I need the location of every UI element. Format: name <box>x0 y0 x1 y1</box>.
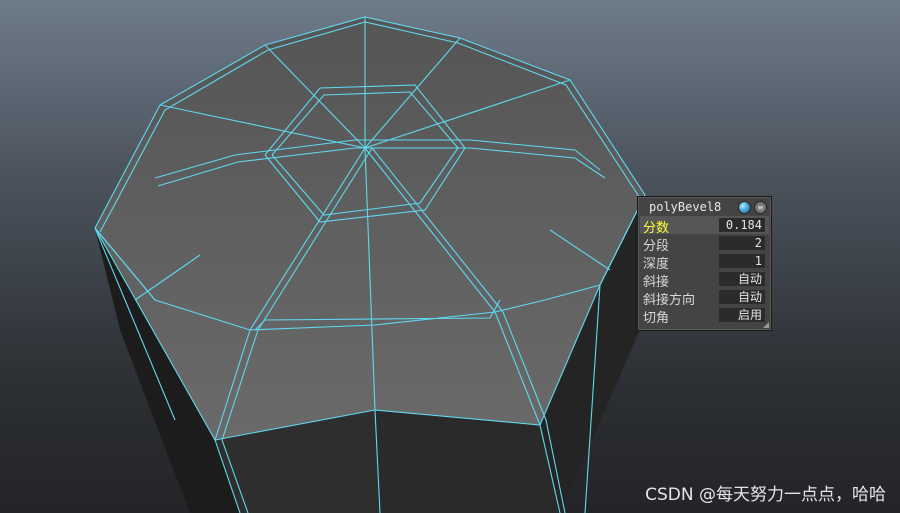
panel-title: polyBevel8 <box>649 200 722 214</box>
options-icon[interactable]: ≡ <box>754 201 767 214</box>
attr-value-field[interactable]: 自动 <box>719 272 765 286</box>
3d-viewport[interactable]: polyBevel8 ≡ 分数 0.184 分段 2 深度 1 斜接 自动 斜接… <box>0 0 900 513</box>
attr-value-field[interactable]: 启用 <box>719 308 765 322</box>
attribute-list: 分数 0.184 分段 2 深度 1 斜接 自动 斜接方向 自动 切角 启用 <box>640 216 769 326</box>
attr-row-miter-along[interactable]: 斜接方向 自动 <box>640 288 769 308</box>
watermark: CSDN @每天努力一点点，哈哈 <box>645 485 886 505</box>
globe-icon[interactable] <box>738 201 751 214</box>
polybevel-attribute-panel[interactable]: polyBevel8 ≡ 分数 0.184 分段 2 深度 1 斜接 自动 斜接… <box>637 196 772 331</box>
attr-label: 切角 <box>643 311 670 326</box>
attr-row-segments[interactable]: 分段 2 <box>640 234 769 254</box>
panel-header[interactable]: polyBevel8 ≡ <box>638 197 771 215</box>
attr-row-fraction[interactable]: 分数 0.184 <box>640 216 769 236</box>
attr-value-field[interactable]: 2 <box>719 236 765 250</box>
resize-grip-icon[interactable] <box>763 322 769 328</box>
attr-value-field[interactable]: 1 <box>719 254 765 268</box>
attr-value-field[interactable]: 自动 <box>719 290 765 304</box>
attr-value-field[interactable]: 0.184 <box>719 218 765 232</box>
attr-row-mitering[interactable]: 斜接 自动 <box>640 270 769 290</box>
attr-row-depth[interactable]: 深度 1 <box>640 252 769 272</box>
attr-row-chamfer[interactable]: 切角 启用 <box>640 306 769 326</box>
